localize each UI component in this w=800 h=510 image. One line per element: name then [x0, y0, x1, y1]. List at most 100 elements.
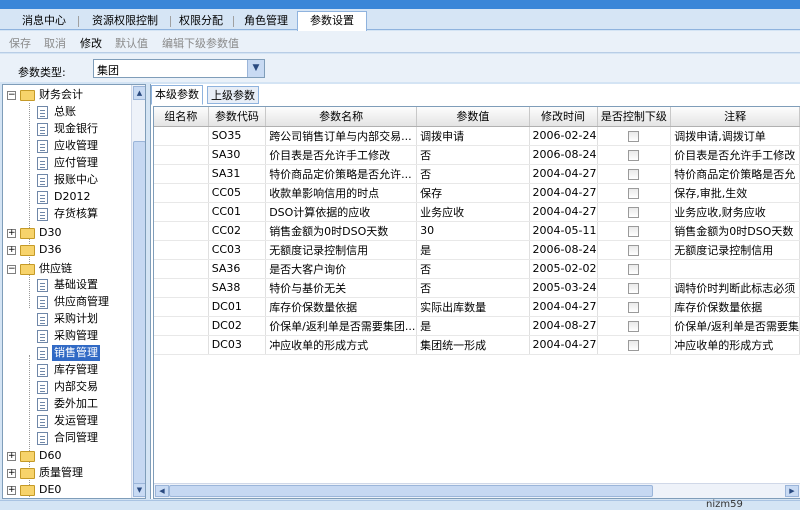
edit-button[interactable]: 修改: [80, 35, 102, 51]
tab-message-center[interactable]: 消息中心: [13, 12, 75, 30]
cell-value[interactable]: 是: [416, 316, 530, 336]
cell-group[interactable]: [154, 278, 209, 298]
cell-value[interactable]: 否: [416, 164, 530, 184]
cancel-button[interactable]: 取消: [44, 35, 66, 51]
cell-code[interactable]: CC03: [208, 240, 267, 260]
cell-name[interactable]: 价目表是否允许手工修改: [265, 145, 418, 165]
scroll-right-icon[interactable]: ▶: [785, 485, 799, 497]
table-row[interactable]: SO35 跨公司销售订单与内部交易... 调拨申请 2006-02-24 调拨申请,调拨…: [154, 126, 800, 146]
tab-parent-level-params[interactable]: 上级参数: [207, 86, 259, 104]
cell-time[interactable]: 2006-08-24: [529, 240, 598, 260]
cell-name[interactable]: 价保单/返利单是否需要集团...: [265, 316, 418, 336]
column-header[interactable]: 组名称: [154, 107, 209, 127]
cell-note[interactable]: 业务应收,财务应收: [670, 202, 800, 222]
cell-value[interactable]: 业务应收: [416, 202, 530, 222]
table-row[interactable]: CC03 无额度记录控制信用是 2006-08-24 无额度记录控制信用: [154, 240, 800, 260]
expand-icon[interactable]: +: [7, 229, 16, 238]
cell-name[interactable]: 跨公司销售订单与内部交易...: [265, 126, 418, 146]
cell-time[interactable]: 2004-04-27: [529, 202, 598, 222]
cell-name[interactable]: 库存价保数量依据: [265, 297, 418, 317]
cell-time[interactable]: 2004-04-27: [529, 183, 598, 203]
control-checkbox[interactable]: [628, 339, 640, 351]
column-header[interactable]: 是否控制下级: [597, 107, 672, 127]
cell-value[interactable]: 否: [416, 145, 530, 165]
cell-group[interactable]: [154, 164, 209, 184]
cell-code[interactable]: CC05: [208, 183, 267, 203]
chevron-down-icon[interactable]: ▼: [247, 60, 264, 77]
cell-note[interactable]: 库存价保数量依据: [670, 297, 800, 317]
cell-code[interactable]: SA30: [208, 145, 267, 165]
cell-time[interactable]: 2006-08-24: [529, 145, 598, 165]
cell-code[interactable]: DC02: [208, 316, 267, 336]
table-row[interactable]: SA38 特价与基价无关否 2005-03-24 调特价时判断此标志必须: [154, 278, 800, 298]
cell-group[interactable]: [154, 221, 209, 241]
table-row[interactable]: SA30 价目表是否允许手工修改否 2006-08-24 价目表是否允许手工修改: [154, 145, 800, 165]
cell-note[interactable]: 冲应收单的形成方式: [670, 335, 800, 355]
cell-note[interactable]: 无额度记录控制信用: [670, 240, 800, 260]
scroll-down-icon[interactable]: ▼: [133, 483, 145, 497]
table-row[interactable]: DC02 价保单/返利单是否需要集团... 是 2004-08-27 价保单/返利单是否…: [154, 316, 800, 336]
cell-time[interactable]: 2004-04-27: [529, 297, 598, 317]
cell-group[interactable]: [154, 259, 209, 279]
cell-note[interactable]: 价目表是否允许手工修改: [670, 145, 800, 165]
tab-parameter-settings[interactable]: 参数设置: [297, 11, 367, 31]
tab-resource-permission[interactable]: 资源权限控制: [83, 12, 167, 30]
cell-group[interactable]: [154, 297, 209, 317]
cell-code[interactable]: CC01: [208, 202, 267, 222]
cell-code[interactable]: SA38: [208, 278, 267, 298]
cell-name[interactable]: 销售金额为0时DSO天数: [265, 221, 418, 241]
cell-code[interactable]: DC01: [208, 297, 267, 317]
tree-scrollbar[interactable]: ▲ ▼: [131, 85, 145, 498]
table-row[interactable]: DC01 库存价保数量依据 实际出库数量 2004-04-27 库存价保数量依据: [154, 297, 800, 317]
control-checkbox[interactable]: [628, 263, 640, 275]
scroll-up-icon[interactable]: ▲: [133, 86, 145, 100]
column-header[interactable]: 参数代码: [208, 107, 267, 127]
control-checkbox[interactable]: [628, 149, 640, 161]
cell-value[interactable]: 30: [416, 221, 530, 241]
control-checkbox[interactable]: [628, 282, 640, 294]
cell-value[interactable]: 否: [416, 259, 530, 279]
cell-name[interactable]: 特价商品定价策略是否允许...: [265, 164, 418, 184]
cell-value[interactable]: 保存: [416, 183, 530, 203]
cell-name[interactable]: 收款单影响信用的时点: [265, 183, 418, 203]
cell-group[interactable]: [154, 183, 209, 203]
cell-note[interactable]: 销售金额为0时DSO天数: [670, 221, 800, 241]
control-checkbox[interactable]: [628, 168, 640, 180]
cell-group[interactable]: [154, 145, 209, 165]
cell-name[interactable]: DSO计算依据的应收: [265, 202, 418, 222]
cell-value[interactable]: 集团统一形成: [416, 335, 530, 355]
edit-sub-params-button[interactable]: 编辑下级参数值: [162, 35, 239, 51]
column-header[interactable]: 修改时间: [529, 107, 598, 127]
cell-code[interactable]: CC02: [208, 221, 267, 241]
cell-note[interactable]: 保存,审批,生效: [670, 183, 800, 203]
cell-name[interactable]: 冲应收单的形成方式: [265, 335, 418, 355]
cell-code[interactable]: SA31: [208, 164, 267, 184]
cell-time[interactable]: 2005-02-02: [529, 259, 598, 279]
expand-icon[interactable]: +: [7, 486, 16, 495]
cell-value[interactable]: 否: [416, 278, 530, 298]
cell-time[interactable]: 2004-05-11: [529, 221, 598, 241]
cell-name[interactable]: 特价与基价无关: [265, 278, 418, 298]
cell-time[interactable]: 2005-03-24: [529, 278, 598, 298]
table-row[interactable]: SA36 是否大客户询价否 2005-02-02: [154, 259, 800, 279]
cell-time[interactable]: 2004-04-27: [529, 335, 598, 355]
cell-group[interactable]: [154, 202, 209, 222]
cell-group[interactable]: [154, 335, 209, 355]
cell-note[interactable]: 调特价时判断此标志必须: [670, 278, 800, 298]
cell-note[interactable]: [670, 259, 800, 279]
tab-permission-assign[interactable]: 权限分配: [174, 12, 228, 30]
cell-value[interactable]: 调拨申请: [416, 126, 530, 146]
control-checkbox[interactable]: [628, 130, 640, 142]
control-checkbox[interactable]: [628, 244, 640, 256]
tab-role-management[interactable]: 角色管理: [238, 12, 294, 30]
cell-code[interactable]: SA36: [208, 259, 267, 279]
save-button[interactable]: 保存: [9, 35, 31, 51]
cell-note[interactable]: 价保单/返利单是否需要集: [670, 316, 800, 336]
default-value-button[interactable]: 默认值: [115, 35, 148, 51]
cell-note[interactable]: 特价商品定价策略是否允: [670, 164, 800, 184]
param-type-select[interactable]: 集团 ▼: [93, 59, 265, 78]
collapse-icon[interactable]: −: [7, 91, 16, 100]
control-checkbox[interactable]: [628, 301, 640, 313]
expand-icon[interactable]: +: [7, 246, 16, 255]
tree-scroll-thumb[interactable]: [133, 141, 145, 486]
